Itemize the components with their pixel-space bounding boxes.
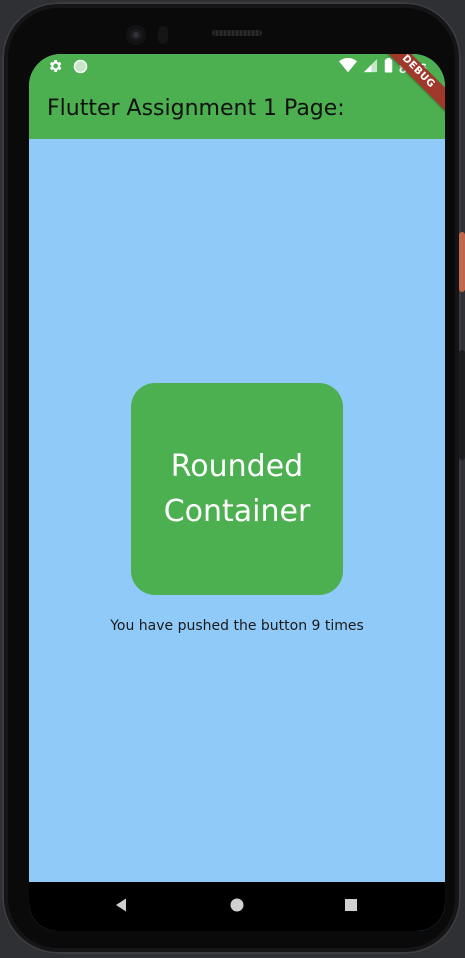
status-left-icons (47, 58, 88, 79)
rounded-container: Rounded Container (131, 383, 343, 595)
rounded-container-line2: Container (163, 494, 311, 529)
rounded-container-label: Rounded Container (164, 444, 311, 534)
recents-button[interactable] (338, 894, 364, 920)
proximity-sensor (158, 26, 168, 44)
recents-icon (344, 898, 358, 917)
wifi-icon (338, 57, 357, 78)
app-bar: 8:26 Flutter Assignment 1 Page: DEBUG (29, 54, 445, 139)
system-nav-bar (29, 882, 445, 931)
device-frame: 8:26 Flutter Assignment 1 Page: DEBUG Ro… (0, 0, 465, 958)
circle-icon (73, 59, 88, 79)
page-title: Flutter Assignment 1 Page: (47, 96, 345, 121)
power-button (459, 232, 465, 292)
earpiece-speaker (212, 30, 262, 36)
home-icon (229, 897, 245, 918)
back-icon (114, 897, 130, 918)
rounded-container-line1: Rounded (170, 449, 304, 484)
counter-text: You have pushed the button 9 times (110, 618, 364, 634)
page-body: Rounded Container You have pushed the bu… (29, 139, 445, 931)
status-bar: 8:26 (29, 54, 445, 80)
phone-screen: 8:26 Flutter Assignment 1 Page: DEBUG Ro… (29, 54, 445, 931)
settings-icon (47, 58, 63, 79)
front-camera (126, 25, 146, 45)
volume-button (459, 350, 465, 460)
signal-icon (363, 58, 378, 78)
battery-icon (384, 58, 393, 78)
home-button[interactable] (224, 894, 250, 920)
back-button[interactable] (109, 894, 135, 920)
